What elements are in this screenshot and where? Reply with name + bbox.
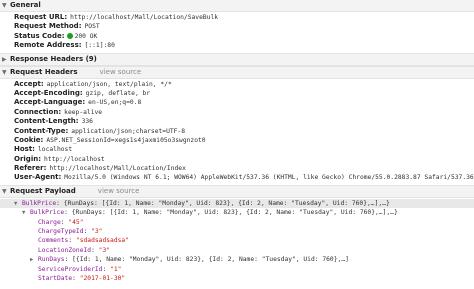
request-header-row: Accept-Encoding: gzip, deflate, br: [0, 89, 474, 98]
triangle-down-icon[interactable]: ▼: [14, 200, 22, 208]
payload-value: "sdadsadsadsa": [75, 237, 130, 245]
payload-value: [{Id: 1, Name: "Monday", Uid: 823}, {Id:…: [72, 256, 349, 264]
payload-field: ServiceProviderId: "1": [38, 265, 122, 273]
payload-field: Comments: "sdadsadsadsa": [38, 237, 130, 245]
header-value: application/json;charset=UTF-8: [71, 127, 186, 135]
header-key: Request URL:: [14, 13, 68, 21]
header-value: http://localhost/Mall/Location/SaveBulk: [70, 14, 219, 21]
header-value: POST: [84, 23, 100, 31]
request-header-row: Accept: application/json, text/plain, */*: [0, 80, 474, 89]
header-value: keep-alive: [64, 108, 103, 116]
payload-key: ServiceProviderId: [38, 265, 103, 273]
payload-key: LocationZoneId: [38, 246, 92, 254]
payload-tree: ▼ BulkPrice: {RunDays: [{Id: 1, Name: "Mo…: [0, 198, 474, 284]
general-row-request-url: Request URL: http://localhost/Mall/Locati…: [0, 13, 474, 22]
header-key: Referer:: [14, 164, 47, 173]
request-header-row: Connection: keep-alive: [0, 108, 474, 117]
header-key: Host:: [14, 145, 35, 154]
status-dot-icon: [66, 32, 73, 39]
payload-field: StartDate: "2017-01-30": [38, 274, 126, 282]
triangle-right-icon[interactable]: ▶: [30, 256, 38, 264]
general-header-label: General: [10, 1, 41, 9]
request-headers-section-header[interactable]: ▼ Request Headers view source: [0, 65, 474, 79]
payload-key: ChargeTypeId: [38, 228, 84, 236]
header-value: localhost: [37, 146, 73, 154]
request-header-row: Content-Type: application/json;charset=UT…: [0, 127, 474, 136]
header-value: http://localhost: [44, 155, 105, 163]
payload-value: {RunDays: [{Id: 1, Name: "Monday", Uid: …: [63, 199, 390, 207]
payload-value: {RunDays: [{Id: 1, Name: "Monday", Uid: …: [71, 209, 398, 217]
payload-value: "3": [98, 246, 111, 254]
general-row-remote-address: Remote Address: [::1]:80: [0, 41, 474, 50]
header-value: 200 OK: [74, 32, 98, 40]
header-key: Origin:: [14, 154, 41, 163]
triangle-down-icon[interactable]: ▼: [2, 67, 10, 78]
header-key: Remote Address:: [14, 41, 82, 50]
payload-value: "45": [68, 218, 84, 226]
header-key: Cookie:: [14, 135, 44, 144]
triangle-down-icon[interactable]: ▼: [22, 209, 30, 217]
general-row-request-method: Request Method: POST: [0, 22, 474, 31]
header-key: Content-Type:: [14, 126, 69, 135]
payload-root-node[interactable]: ▼ BulkPrice: {RunDays: [{Id: 1, Name: "Mo…: [0, 198, 474, 209]
triangle-down-icon[interactable]: ▼: [2, 0, 10, 11]
header-value: gzip, deflate, br: [85, 89, 151, 97]
payload-key: RunDays: [38, 256, 65, 264]
request-header-row: Content-Length: 336: [0, 117, 474, 126]
request-headers-label: Request Headers: [10, 67, 78, 76]
request-payload-section-header[interactable]: ▼ Request Payload view source: [0, 184, 474, 198]
header-key: Content-Length:: [14, 117, 79, 126]
payload-key: StartDate: [38, 274, 73, 282]
general-rows: Request URL: http://localhost/Mall/Locati…: [0, 12, 474, 53]
response-headers-section-header[interactable]: ▶ Response Headers (9): [0, 52, 474, 66]
response-headers-label: Response Headers (9): [10, 54, 97, 63]
header-value: ASP.NET_SessionId=xegs1s4jaxmi05o3swgnzo…: [46, 136, 206, 144]
request-payload-label: Request Payload: [10, 186, 76, 195]
header-key: Accept:: [14, 79, 44, 88]
view-source-link[interactable]: view source: [98, 187, 140, 195]
request-header-row: Referer: http://localhost/Mall/Location/I…: [0, 164, 474, 173]
header-key: Accept-Language:: [14, 98, 86, 107]
header-key: Status Code:: [14, 31, 65, 40]
payload-value: "3": [91, 228, 103, 236]
payload-field: ChargeTypeId: "3": [38, 228, 103, 236]
header-key: User-Agent:: [14, 173, 62, 182]
general-section-header[interactable]: ▼ General: [0, 0, 474, 12]
payload-key: Charge: [38, 218, 61, 226]
request-header-row: Origin: http://localhost: [0, 155, 474, 164]
request-header-row: Cookie: ASP.NET_SessionId=xegs1s4jaxmi05o…: [0, 136, 474, 145]
triangle-down-icon[interactable]: ▼: [2, 186, 10, 197]
request-headers-rows: Accept: application/json, text/plain, */*…: [0, 79, 474, 185]
payload-field: Charge: "45": [38, 218, 84, 226]
header-key: Request Method:: [14, 22, 82, 31]
header-value: Mozilla/5.0 (Windows NT 6.1; WOW64) Appl…: [64, 174, 474, 182]
payload-key: BulkPrice: [22, 199, 57, 207]
request-header-row: Accept-Language: en-US,en;q=0.8: [0, 98, 474, 107]
header-value: [::1]:80: [84, 42, 115, 50]
header-value: http://localhost/Mall/Location/Index: [49, 165, 186, 173]
payload-value: "2017-01-30": [79, 274, 126, 282]
view-source-link[interactable]: view source: [100, 68, 142, 76]
request-header-row: Host: localhost: [0, 145, 474, 154]
header-value: 336: [81, 118, 93, 126]
payload-key: BulkPrice: [30, 209, 65, 217]
payload-value: "1": [110, 265, 122, 273]
payload-child-node[interactable]: ▼ BulkPrice: {RunDays: [{Id: 1, Name: "Mo…: [0, 208, 474, 217]
payload-key: Comments: [38, 237, 69, 245]
header-key: Connection:: [14, 107, 62, 116]
request-header-row: User-Agent: Mozilla/5.0 (Windows NT 6.1; …: [0, 173, 474, 182]
header-value: en-US,en;q=0.8: [88, 99, 142, 107]
general-row-status-code: Status Code: 200 OK: [0, 32, 474, 41]
payload-field: LocationZoneId: "3": [38, 246, 111, 254]
header-key: Accept-Encoding:: [14, 88, 83, 97]
triangle-right-icon[interactable]: ▶: [2, 54, 10, 65]
header-value: application/json, text/plain, */*: [46, 80, 172, 88]
payload-rundays-node[interactable]: ▶ RunDays: [{Id: 1, Name: "Monday", Uid: …: [0, 255, 474, 264]
